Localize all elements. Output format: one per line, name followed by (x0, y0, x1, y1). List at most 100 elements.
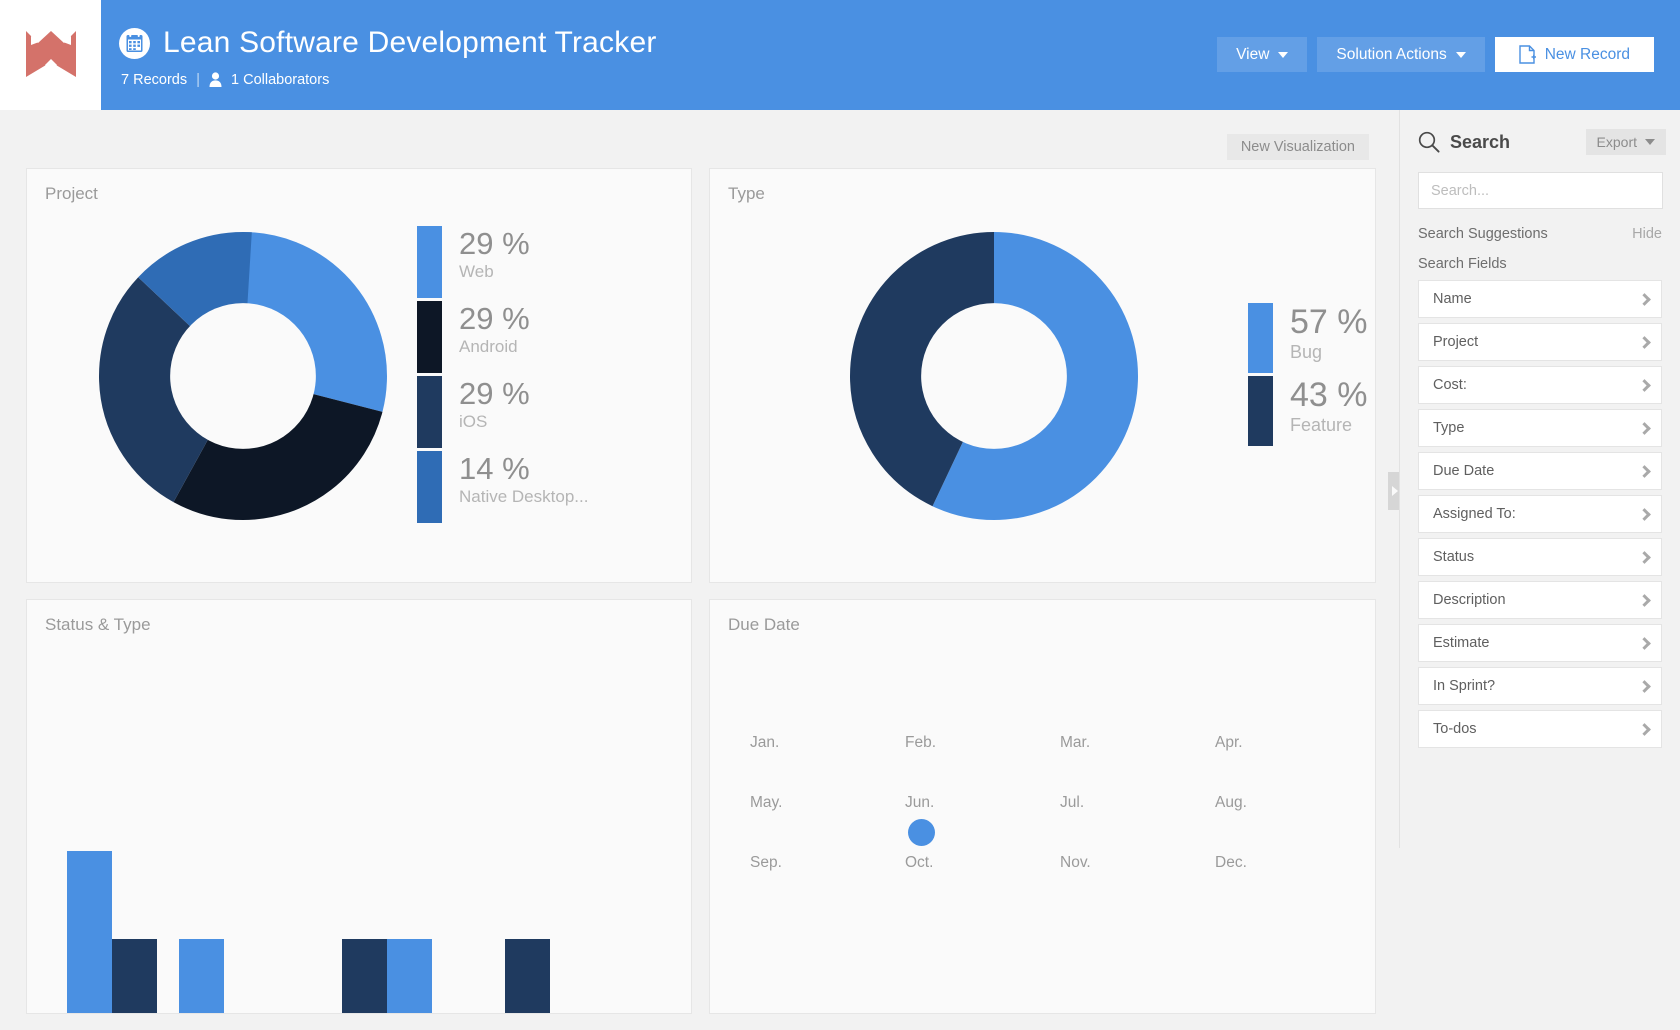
bar[interactable] (387, 939, 432, 1013)
status-type-chart-card[interactable]: Status & Type (26, 599, 692, 1014)
legend-item[interactable]: 29 % Web (417, 225, 588, 298)
field-label: Cost: (1433, 377, 1467, 393)
legend-swatch (1248, 302, 1273, 373)
chevron-down-icon (1455, 51, 1466, 58)
project-chart-card[interactable]: Project 29 % Web 29 % Android 29 % iOS 1… (26, 168, 692, 583)
legend-percent: 43 % (1290, 375, 1368, 414)
new-visualization-button[interactable]: New Visualization (1226, 134, 1369, 160)
search-field-assigned-to[interactable]: Assigned To: (1418, 495, 1662, 533)
solution-actions-button[interactable]: Solution Actions (1317, 37, 1485, 72)
month-label: Jun. (905, 794, 935, 811)
calendar-grid-icon (119, 27, 150, 59)
due-date-chart-card[interactable]: Due Date Jan. Feb. Mar. Apr. May. Jun. J… (709, 599, 1376, 1014)
chevron-right-icon (1638, 593, 1651, 607)
status-type-bar-chart (67, 713, 667, 1013)
month-cell[interactable]: Mar. (1042, 692, 1197, 752)
month-label: Jul. (1060, 794, 1085, 811)
legend-item[interactable]: 43 % Feature (1248, 375, 1368, 446)
legend-swatch (417, 225, 442, 298)
bar-group (505, 939, 550, 1013)
search-field-to-dos[interactable]: To-dos (1418, 710, 1662, 748)
legend-item[interactable]: 29 % iOS (417, 375, 588, 448)
bar[interactable] (179, 939, 224, 1013)
bar[interactable] (342, 939, 387, 1013)
legend-text: 29 % Android (459, 301, 530, 373)
title-block: Lean Software Development Tracker 7 Reco… (101, 22, 657, 88)
month-cell[interactable]: May. (732, 752, 887, 812)
legend-swatch (417, 450, 442, 523)
search-field-project[interactable]: Project (1418, 323, 1662, 361)
chevron-right-icon (1638, 722, 1651, 736)
month-label: Oct. (905, 854, 934, 871)
search-field-cost[interactable]: Cost: (1418, 366, 1662, 404)
legend-item[interactable]: 29 % Android (417, 300, 588, 373)
legend-text: 29 % Web (459, 226, 530, 298)
field-label: Estimate (1433, 635, 1490, 651)
collaborator-count: 1 Collaborators (231, 71, 330, 88)
legend-label: Feature (1290, 414, 1353, 435)
month-label: Aug. (1215, 794, 1247, 811)
chevron-right-icon (1638, 679, 1651, 693)
search-field-list: Name Project Cost: Type Due Date Assigne… (1418, 280, 1662, 748)
hide-suggestions-link[interactable]: Hide (1632, 226, 1662, 242)
donut-wrap: 57 % Bug 43 % Feature (710, 169, 1375, 582)
visualization-toolbar: New Visualization (1226, 134, 1369, 160)
chart-row-2: Status & Type Due Date Jan. Feb. Mar. Ap… (26, 599, 1376, 1014)
chevron-right-icon (1638, 550, 1651, 564)
legend-percent: 57 % (1290, 302, 1368, 341)
export-label: Export (1596, 134, 1637, 150)
month-cell[interactable]: Sep. (732, 812, 887, 872)
card-title: Status & Type (45, 615, 151, 634)
new-record-button[interactable]: New Record (1494, 37, 1654, 72)
card-title: Due Date (728, 615, 800, 634)
chevron-right-icon (1638, 421, 1651, 435)
legend-percent: 29 % (459, 225, 530, 261)
chart-grid: Project 29 % Web 29 % Android 29 % iOS 1… (26, 168, 1376, 1030)
search-field-description[interactable]: Description (1418, 581, 1662, 619)
search-suggestions-row: Search Suggestions Hide (1418, 226, 1662, 242)
type-chart-card[interactable]: Type 57 % Bug 43 % Feature (709, 168, 1376, 583)
search-field-name[interactable]: Name (1418, 280, 1662, 318)
field-label: Type (1433, 420, 1465, 436)
logo-container[interactable] (0, 0, 101, 110)
month-cell[interactable]: Jan. (732, 692, 887, 752)
app-header: Lean Software Development Tracker 7 Reco… (0, 0, 1680, 110)
month-cell-oct[interactable]: Oct. (887, 812, 1042, 872)
view-button[interactable]: View (1217, 37, 1308, 72)
search-header: Search Export (1400, 110, 1680, 156)
bar[interactable] (505, 939, 550, 1013)
legend-item[interactable]: 57 % Bug (1248, 302, 1368, 373)
chevron-right-icon (1638, 292, 1651, 306)
legend-label: Android (459, 336, 518, 356)
month-cell[interactable]: Feb. (887, 692, 1042, 752)
search-field-estimate[interactable]: Estimate (1418, 624, 1662, 662)
due-date-month-grid: Jan. Feb. Mar. Apr. May. Jun. Jul. Aug. … (732, 692, 1352, 872)
bar[interactable] (112, 939, 157, 1013)
search-field-status[interactable]: Status (1418, 538, 1662, 576)
legend-item[interactable]: 14 % Native Desktop... (417, 450, 588, 523)
month-cell[interactable]: Jun. (887, 752, 1042, 812)
month-cell[interactable]: Aug. (1197, 752, 1352, 812)
legend-label: Web (459, 261, 494, 281)
project-donut-chart (99, 231, 387, 520)
month-cell[interactable]: Apr. (1197, 692, 1352, 752)
header-actions: View Solution Actions New Record (1217, 37, 1654, 72)
search-field-due-date[interactable]: Due Date (1418, 452, 1662, 490)
month-cell[interactable]: Jul. (1042, 752, 1197, 812)
month-cell[interactable]: Nov. (1042, 812, 1197, 872)
field-label: To-dos (1433, 721, 1477, 737)
chevron-right-icon (1638, 464, 1651, 478)
export-button[interactable]: Export (1585, 129, 1666, 155)
chevron-down-icon (1278, 51, 1289, 58)
month-cell[interactable]: Dec. (1197, 812, 1352, 872)
type-legend: 57 % Bug 43 % Feature (1248, 302, 1368, 449)
due-date-marker-bubble[interactable] (908, 819, 935, 846)
search-field-in-sprint[interactable]: In Sprint? (1418, 667, 1662, 705)
new-record-label: New Record (1544, 45, 1630, 63)
search-field-type[interactable]: Type (1418, 409, 1662, 447)
month-label: Mar. (1060, 734, 1091, 751)
month-label: Nov. (1060, 854, 1091, 871)
bar[interactable] (67, 851, 112, 1013)
search-input[interactable] (1418, 172, 1663, 209)
meta-separator: | (196, 71, 200, 88)
